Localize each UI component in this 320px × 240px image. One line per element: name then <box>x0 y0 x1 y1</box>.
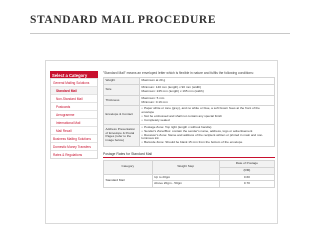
spec-key: Thickness <box>103 94 140 107</box>
sidebar-item-mail-recall[interactable]: Mail Recall <box>51 126 97 134</box>
sidebar-item-money-transfers[interactable]: Domestic Money Transfers <box>51 142 97 150</box>
column-header-rate-unit: (RM) <box>218 166 276 175</box>
spec-value: Postage Zone: Top right (length x withou… <box>139 123 275 148</box>
rate-weight: Above 20gm - 50gm <box>151 180 220 189</box>
spec-bullet: Completely sealed <box>142 118 273 123</box>
rate-weight: Up to 20gm <box>151 173 220 182</box>
table-row: Address Presentation of Envelope & Posta… <box>103 123 275 148</box>
column-header-rate: Rate of Postage <box>218 159 276 168</box>
webpage-screenshot: Select a Category General Mailing Soluti… <box>45 60 278 224</box>
table-row: Thickness Maximum: 5 mm Minimum: 0.16 mm <box>103 94 275 107</box>
column-header-weight: Weight Step <box>151 159 220 175</box>
slide-title: STANDARD MAIL PROCEDURE <box>30 14 217 26</box>
sidebar-item-business-mailing[interactable]: Business Mailing Solutions <box>51 134 97 142</box>
specification-table: Weight Maximum at 20 g Size Minimum: 140… <box>103 77 275 148</box>
sidebar-list: General Mailing Solutions Standard Mail … <box>50 78 98 159</box>
spec-key: Address Presentation of Envelope & Posta… <box>103 123 140 148</box>
rate-category: Standard Mail <box>103 173 153 189</box>
sidebar-heading: Select a Category <box>50 71 98 78</box>
spec-line: Maximum: 245 mm (length) x 165 mm (width… <box>141 88 204 93</box>
rates-title: Postage Rates for Standard Mail <box>103 152 153 157</box>
sidebar-item-rates-regulations[interactable]: Rates & Regulations <box>51 150 97 158</box>
main-content: "Standard Mail" means an enveloped lette… <box>103 71 276 189</box>
postage-rates-table: Category Weight Step Rate of Postage (RM… <box>103 159 276 189</box>
spec-key: Weight <box>103 77 140 85</box>
spec-line: Minimum: 0.16 mm <box>141 99 168 104</box>
table-row: Envelope & Contact Paper white or tone (… <box>103 105 275 125</box>
rate-value: 0.60 <box>218 173 276 182</box>
spec-value: Maximum at 20 g <box>139 77 275 85</box>
sidebar-item-standard-mail[interactable]: Standard Mail <box>51 86 97 94</box>
rates-divider <box>103 157 275 159</box>
sidebar-item-postcards[interactable]: Postcards <box>51 102 97 110</box>
spec-value: Paper white or tone (grey), and no white… <box>139 105 275 125</box>
sidebar-item-international-mail[interactable]: International Mail <box>51 118 97 126</box>
spec-bullet: Barcode Zone: Should be blank 15 mm from… <box>142 140 273 145</box>
column-header-category: Category <box>103 159 153 175</box>
table-row: Weight Maximum at 20 g <box>103 77 275 85</box>
spec-key: Envelope & Contact <box>103 105 140 125</box>
title-divider <box>30 33 290 34</box>
category-sidebar: Select a Category General Mailing Soluti… <box>50 71 98 159</box>
intro-text: "Standard Mail" means an enveloped lette… <box>103 71 254 75</box>
spec-value: Minimum: 140 mm (length) x 90 mm (width)… <box>139 83 275 96</box>
spec-line: Maximum at 20 g <box>141 78 166 83</box>
table-row: Size Minimum: 140 mm (length) x 90 mm (w… <box>103 83 275 96</box>
table-row: Standard Mail Up to 20gm 0.60 <box>103 173 276 189</box>
sidebar-item-aerogramme[interactable]: Aerogramme <box>51 110 97 118</box>
sidebar-item-general-mailing[interactable]: General Mailing Solutions <box>51 78 97 86</box>
table-header-row: Category Weight Step Rate of Postage <box>103 159 276 175</box>
spec-value: Maximum: 5 mm Minimum: 0.16 mm <box>139 94 275 107</box>
sidebar-item-non-standard-mail[interactable]: Non-Standard Mail <box>51 94 97 102</box>
rate-value: 0.70 <box>218 180 276 189</box>
spec-key: Size <box>103 83 140 96</box>
